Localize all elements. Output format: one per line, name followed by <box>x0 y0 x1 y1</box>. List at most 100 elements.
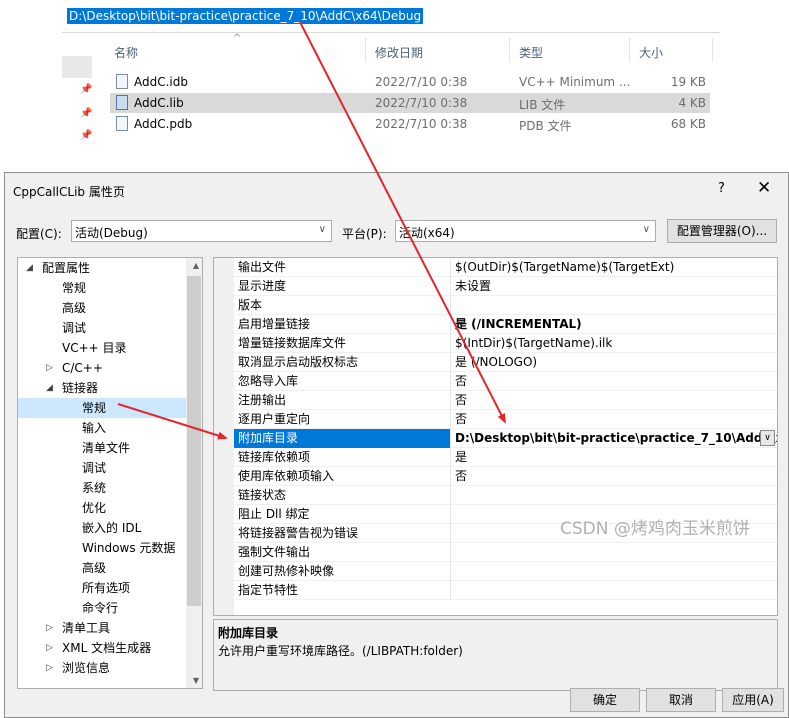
tree-item-linker-input[interactable]: 输入 <box>82 418 106 438</box>
property-row[interactable]: 忽略导入库 否 <box>234 372 777 391</box>
tree-item-embedded-idl[interactable]: 嵌入的 IDL <box>82 518 141 538</box>
chevron-down-icon: ∨ <box>318 224 326 235</box>
tree-item-manifest-file[interactable]: 清单文件 <box>82 438 130 458</box>
close-button[interactable]: ✕ <box>757 178 771 198</box>
property-name: 忽略导入库 <box>238 374 299 388</box>
file-row[interactable]: AddC.pdb 2022/7/10 0:38 PDB 文件 68 KB <box>110 114 710 134</box>
property-name: 版本 <box>238 298 263 312</box>
tree-item-system[interactable]: 系统 <box>82 478 106 498</box>
property-row[interactable]: 版本 <box>234 296 777 315</box>
property-row[interactable]: 输出文件 $(OutDir)$(TargetName)$(TargetExt) <box>234 258 777 277</box>
tree-item-general[interactable]: 常规 <box>62 278 86 298</box>
tree-item-vc-dirs[interactable]: VC++ 目录 <box>62 338 127 358</box>
file-size: 4 KB <box>678 96 706 110</box>
config-manager-button[interactable]: 配置管理器(O)... <box>667 219 777 243</box>
apply-button[interactable]: 应用(A) <box>722 688 784 712</box>
dialog-title: CppCallCLib 属性页 <box>13 185 125 199</box>
tree-item-xml-doc[interactable]: ▷ XML 文档生成器 <box>42 638 184 658</box>
property-value[interactable] <box>450 562 777 581</box>
property-value[interactable] <box>450 486 777 505</box>
property-row[interactable]: 增量链接数据库文件 $(IntDir)$(TargetName).ilk <box>234 334 777 353</box>
property-name: 启用增量链接 <box>238 317 311 331</box>
property-row[interactable]: 链接库依赖项 是 <box>234 448 777 467</box>
column-header-size[interactable]: 大小 <box>639 44 663 61</box>
property-row[interactable]: 创建可热修补映像 <box>234 562 777 581</box>
expanded-arrow-icon: ◢ <box>46 383 53 393</box>
tree-item-optimization[interactable]: 优化 <box>82 498 106 518</box>
property-row[interactable]: 启用增量链接 是 (/INCREMENTAL) <box>234 315 777 334</box>
value-dropdown-icon[interactable]: ∨ <box>760 430 775 446</box>
file-name: AddC.pdb <box>134 117 193 131</box>
property-name: 增量链接数据库文件 <box>238 336 347 350</box>
property-name: 取消显示启动版权标志 <box>238 355 359 369</box>
help-button[interactable]: ? <box>718 181 725 196</box>
lib-file-icon <box>116 95 128 110</box>
property-value[interactable]: 未设置 <box>450 277 777 296</box>
tree-item-debugging[interactable]: 调试 <box>62 318 86 338</box>
property-row[interactable]: 取消显示启动版权标志 是 (/NOLOGO) <box>234 353 777 372</box>
tree-item-browse-info[interactable]: ▷ 浏览信息 <box>42 658 184 678</box>
scroll-down-icon[interactable]: ▼ <box>193 676 199 685</box>
tree-item-config-props[interactable]: ◢ 配置属性 <box>22 258 184 278</box>
scrollbar-thumb[interactable] <box>187 276 201 606</box>
property-row[interactable]: 注册输出 否 <box>234 391 777 410</box>
property-value[interactable] <box>450 296 777 315</box>
property-value[interactable]: 否 <box>450 391 777 410</box>
property-value[interactable]: 否 <box>450 467 777 486</box>
file-type: LIB 文件 <box>519 98 566 112</box>
property-value[interactable]: 否 <box>450 372 777 391</box>
column-header-date[interactable]: 修改日期 <box>375 44 423 61</box>
property-value[interactable]: 是 (/INCREMENTAL) <box>450 315 777 334</box>
collapsed-arrow-icon: ▷ <box>46 363 53 373</box>
column-header-type[interactable]: 类型 <box>519 44 543 61</box>
property-value[interactable]: 否 <box>450 410 777 429</box>
column-header-name[interactable]: 名称 <box>114 44 138 61</box>
tree-scrollbar[interactable]: ▲ ▼ <box>186 258 202 688</box>
property-value[interactable] <box>450 581 777 600</box>
tree-item-advanced[interactable]: 高级 <box>62 298 86 318</box>
tree-item-all-options[interactable]: 所有选项 <box>82 578 130 598</box>
file-row[interactable]: AddC.idb 2022/7/10 0:38 VC++ Minimum ...… <box>110 72 710 92</box>
property-tree: ◢ 配置属性 常规 高级 调试 VC++ 目录 ▷ C/C++ ◢ 链接器 常规 输入… <box>17 257 203 689</box>
tree-item-label: XML 文档生成器 <box>62 641 152 655</box>
property-value[interactable]: $(IntDir)$(TargetName).ilk <box>450 334 777 353</box>
column-divider <box>629 38 630 62</box>
ok-button[interactable]: 确定 <box>570 688 640 712</box>
property-name: 阻止 Dll 绑定 <box>238 507 310 521</box>
property-value[interactable]: $(OutDir)$(TargetName)$(TargetExt) <box>450 258 777 277</box>
tree-item-manifest-tool[interactable]: ▷ 清单工具 <box>42 618 184 638</box>
tree-item-linker-debugging[interactable]: 调试 <box>82 458 106 478</box>
file-date: 2022/7/10 0:38 <box>375 75 468 89</box>
address-bar[interactable]: D:\Desktop\bit\bit-practice\practice_7_1… <box>67 8 424 24</box>
tree-item-linker-general[interactable]: 常规 <box>18 398 186 418</box>
file-explorer: D:\Desktop\bit\bit-practice\practice_7_1… <box>0 0 789 150</box>
property-value[interactable]: 是 (/NOLOGO) <box>450 353 777 372</box>
config-dropdown[interactable]: 活动(Debug) ∨ <box>71 220 332 242</box>
file-icon <box>116 116 128 131</box>
property-row[interactable]: 显示进度 未设置 <box>234 277 777 296</box>
cancel-button[interactable]: 取消 <box>646 688 716 712</box>
file-size: 19 KB <box>670 75 706 89</box>
tree-item-linker-advanced[interactable]: 高级 <box>82 558 106 578</box>
nav-pane-item[interactable] <box>62 56 92 78</box>
property-row-selected[interactable]: 附加库目录 D:\Desktop\bit\bit-practice\practic… <box>234 429 777 448</box>
file-name: AddC.idb <box>134 75 188 89</box>
collapsed-arrow-icon: ▷ <box>46 623 53 633</box>
platform-value: 活动(x64) <box>399 226 455 240</box>
file-row-selected[interactable]: AddC.lib 2022/7/10 0:38 LIB 文件 4 KB <box>110 93 710 113</box>
property-value[interactable]: 是 <box>450 448 777 467</box>
tree-item-cpp[interactable]: ▷ C/C++ <box>42 358 184 378</box>
property-row[interactable]: 指定节特性 <box>234 581 777 600</box>
tree-item-linker[interactable]: ◢ 链接器 <box>42 378 184 398</box>
property-row[interactable]: 使用库依赖项输入 否 <box>234 467 777 486</box>
property-row[interactable]: 链接状态 <box>234 486 777 505</box>
tree-item-windows-metadata[interactable]: Windows 元数据 <box>82 538 175 558</box>
property-row[interactable]: 逐用户重定向 否 <box>234 410 777 429</box>
tree-item-command-line[interactable]: 命令行 <box>82 598 118 618</box>
expanded-arrow-icon: ◢ <box>26 263 33 273</box>
property-row[interactable]: 强制文件输出 <box>234 543 777 562</box>
platform-dropdown[interactable]: 活动(x64) ∨ <box>395 220 656 242</box>
property-value[interactable] <box>450 543 777 562</box>
property-value[interactable]: D:\Desktop\bit\bit-practice\practice_7_1… <box>450 429 777 448</box>
scroll-up-icon[interactable]: ▲ <box>193 261 199 270</box>
